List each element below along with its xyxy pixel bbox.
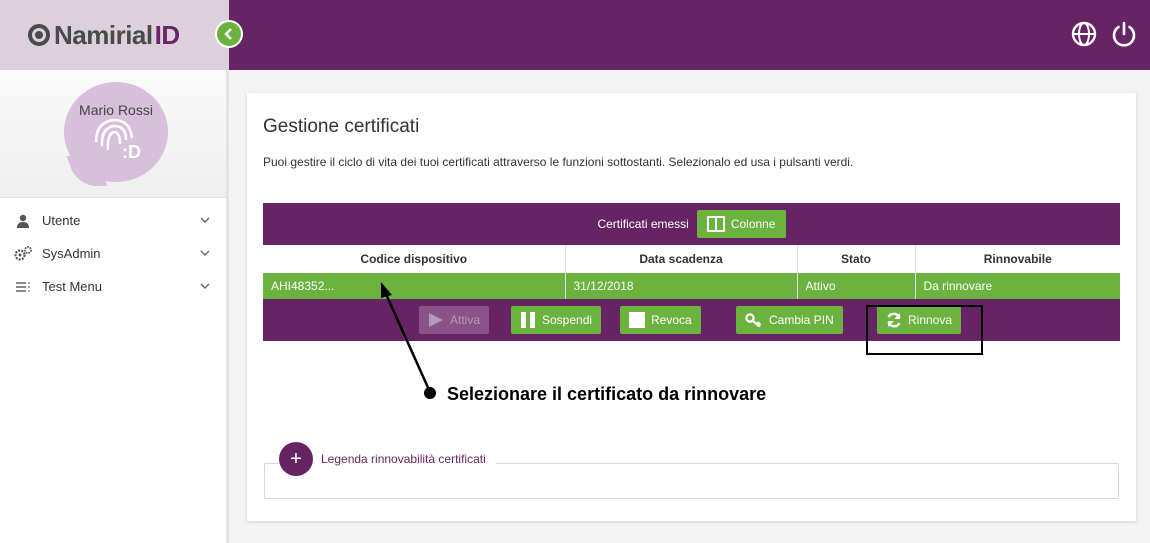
cambia-pin-button[interactable]: Cambia PIN (736, 306, 843, 334)
cambia-pin-label: Cambia PIN (769, 313, 834, 327)
top-header (229, 0, 1150, 70)
table-caption: Certificati emessi (597, 217, 689, 231)
play-icon (429, 313, 443, 327)
chevron-left-icon (224, 28, 232, 40)
certificates-grid: Codice dispositivo Data scadenza Stato R… (263, 245, 1120, 299)
attiva-label: Attiva (450, 313, 481, 327)
main-card: Gestione certificati Puoi gestire il cic… (247, 93, 1136, 521)
certificates-table: Certificati emessi Colonne Codice dispos… (263, 203, 1120, 341)
attiva-button[interactable]: Attiva (419, 306, 490, 334)
fingerprint-icon: :D (94, 118, 141, 162)
table-caption-bar: Certificati emessi Colonne (263, 203, 1120, 245)
sospendi-button[interactable]: Sospendi (511, 306, 602, 334)
table-header-row: Codice dispositivo Data scadenza Stato R… (263, 245, 1120, 273)
sospendi-label: Sospendi (542, 313, 593, 327)
legend-toggle[interactable]: + Legenda rinnovabilità certificati (279, 442, 496, 476)
columns-icon (706, 216, 725, 232)
sidebar-item-label: SysAdmin (42, 246, 101, 261)
power-icon[interactable] (1110, 20, 1138, 48)
columns-button-label: Colonne (730, 217, 776, 231)
plus-icon[interactable]: + (279, 442, 313, 476)
table-cell: AHI48352... (263, 273, 566, 299)
user-icon (14, 213, 32, 229)
brand-suffix: ID (154, 19, 181, 50)
page-title: Gestione certificati (263, 116, 420, 137)
revoca-button[interactable]: Revoca (620, 306, 701, 334)
sidebar-menu: Utente SysAdmin Test Menu (0, 204, 226, 303)
rinnova-highlight-box (866, 305, 983, 355)
menu-list-icon (14, 279, 32, 295)
table-cell: 31/12/2018 (565, 273, 798, 299)
svg-text::D: :D (122, 142, 141, 162)
globe-icon[interactable] (1070, 20, 1098, 48)
legend-label: Legenda rinnovabilità certificati (321, 452, 486, 466)
logo-ring-icon (28, 24, 50, 46)
sidebar-item-utente[interactable]: Utente (0, 204, 226, 237)
stop-icon (629, 312, 645, 328)
user-profile: Mario Rossi :D (0, 70, 226, 198)
action-bar: Attiva Sospendi Revoca Cambia PIN Rinnov… (263, 299, 1120, 341)
gears-icon (14, 245, 32, 262)
key-icon (745, 313, 762, 327)
brand-logo: Namirial ID (28, 20, 180, 51)
sidebar-item-label: Utente (42, 213, 81, 228)
table-cell: Da rinnovare (915, 273, 1120, 299)
page-description: Puoi gestire il ciclo di vita dei tuoi c… (263, 155, 854, 169)
column-header[interactable]: Stato (797, 245, 916, 273)
pause-icon (521, 312, 535, 328)
annotation-text: Selezionare il certificato da rinnovare (447, 384, 767, 404)
user-name: Mario Rossi (79, 102, 153, 118)
column-header[interactable]: Rinnovabile (915, 245, 1120, 273)
chevron-down-icon (200, 250, 210, 256)
columns-button[interactable]: Colonne (696, 210, 786, 238)
table-row[interactable]: AHI48352... 31/12/2018 Attivo Da rinnova… (263, 273, 1120, 299)
revoca-label: Revoca (651, 313, 692, 327)
chevron-down-icon (200, 217, 210, 223)
sidebar-item-sysadmin[interactable]: SysAdmin (0, 237, 226, 270)
brand-name: Namirial (54, 19, 153, 50)
column-header[interactable]: Data scadenza (565, 245, 798, 273)
sidebar-item-label: Test Menu (42, 279, 102, 294)
sidebar-item-test-menu[interactable]: Test Menu (0, 270, 226, 303)
brand-bar: Namirial ID (0, 0, 229, 70)
column-header[interactable]: Codice dispositivo (263, 245, 566, 273)
chevron-down-icon (200, 283, 210, 289)
sidebar: Mario Rossi :D Utente SysAdmin Test Menu (0, 70, 229, 543)
sidebar-collapse-button[interactable] (215, 20, 243, 48)
table-cell: Attivo (797, 273, 916, 299)
